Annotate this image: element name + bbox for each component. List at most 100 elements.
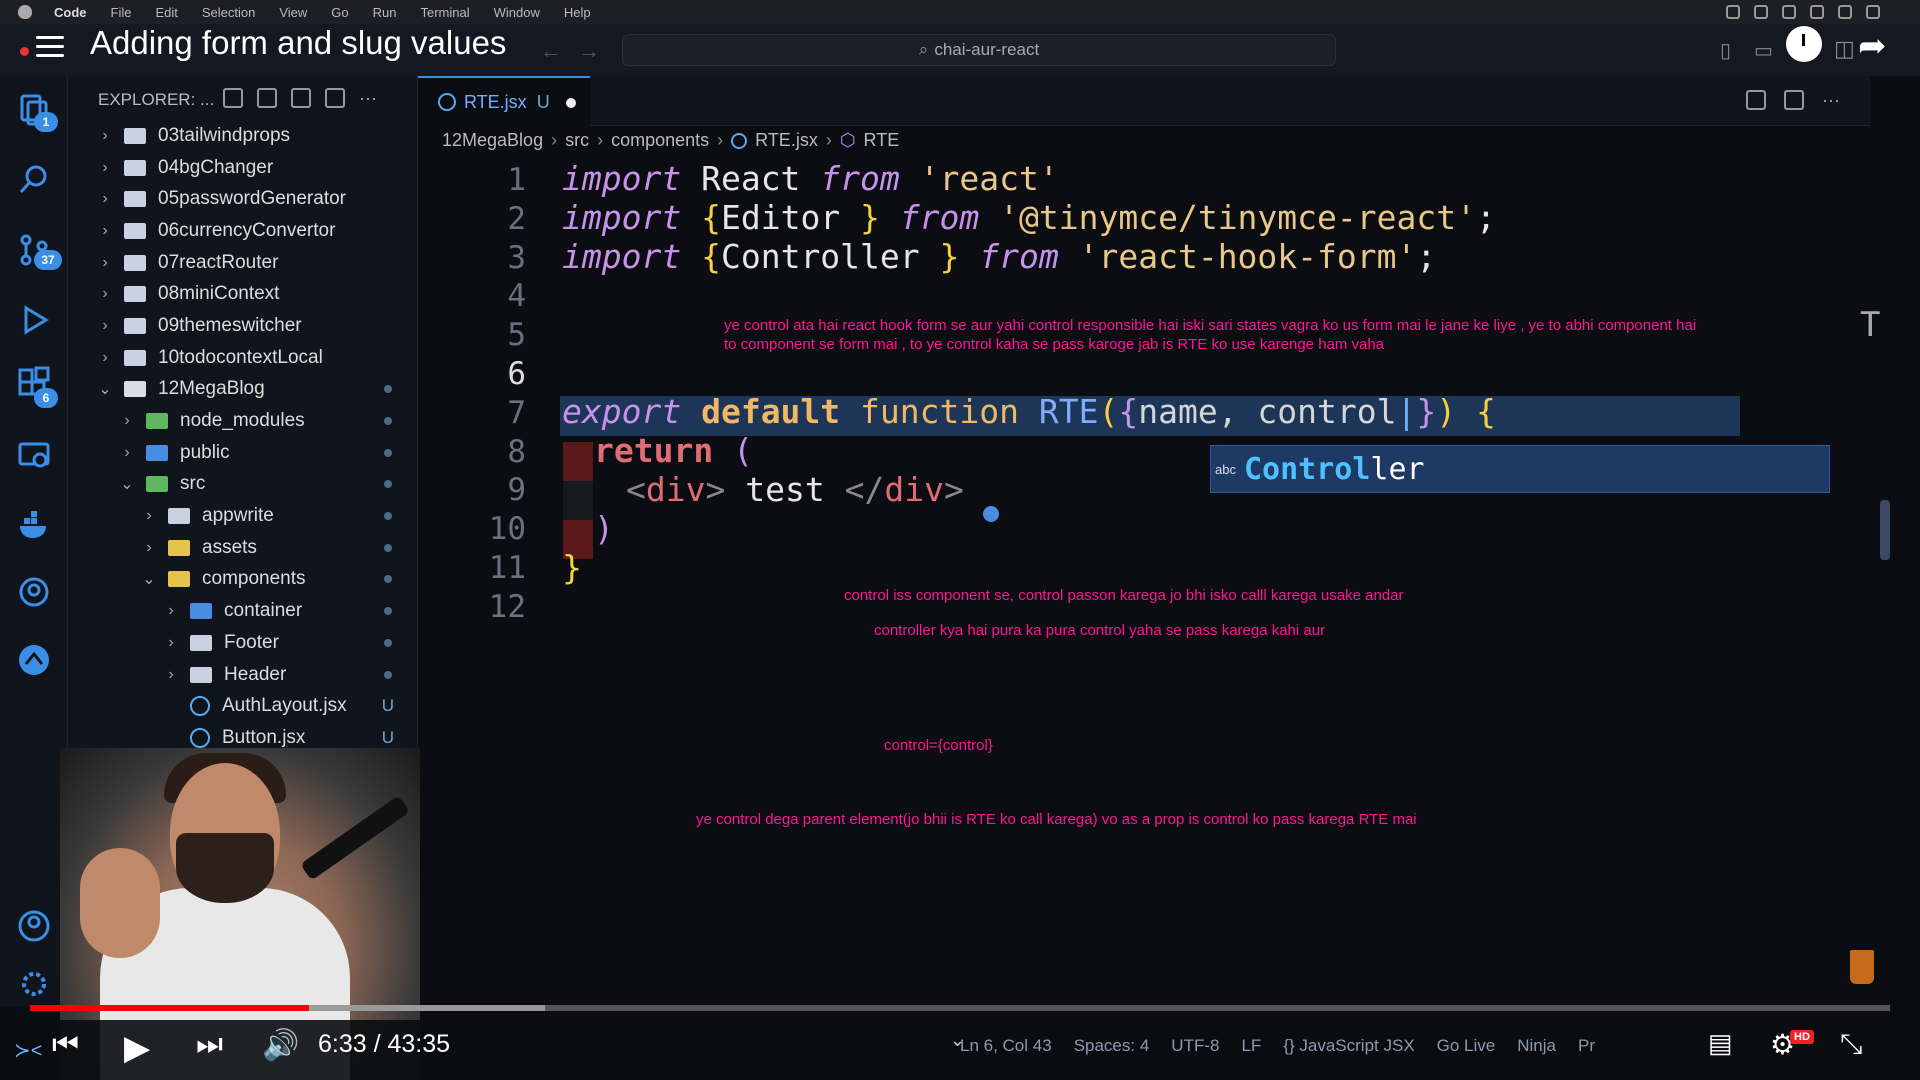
tree-item[interactable]: › 10todocontextLocal [68, 342, 418, 374]
scrollbar-thumb[interactable] [1880, 500, 1890, 560]
folder-icon [146, 476, 168, 493]
wifi-icon[interactable] [1810, 5, 1824, 19]
tree-item[interactable]: › 06currencyConvertor [68, 215, 418, 247]
play-icon[interactable]: ▶ [124, 1028, 150, 1068]
tree-item[interactable]: › 05passwordGenerator [68, 183, 418, 215]
tree-item[interactable]: › Header [68, 659, 418, 691]
menu-app[interactable]: Code [54, 5, 87, 20]
tree-item[interactable]: › 09themeswitcher [68, 310, 418, 342]
run-debug-icon[interactable] [16, 302, 52, 338]
folder-icon [124, 349, 146, 366]
code-line-3: import {Controller } from 'react-hook-fo… [562, 237, 1437, 276]
compare-icon[interactable] [1746, 90, 1767, 110]
live-share-icon[interactable] [16, 642, 52, 678]
tray-icon[interactable] [1726, 5, 1740, 19]
breadcrumb-item[interactable]: components [611, 130, 709, 151]
tray-icon[interactable] [1754, 5, 1768, 19]
search-icon[interactable] [16, 162, 52, 198]
layout-icon[interactable]: ▯ [1720, 38, 1731, 63]
status-item[interactable]: Go Live [1437, 1036, 1496, 1056]
share-icon[interactable]: ➦ [1858, 26, 1887, 66]
status-item[interactable]: UTF-8 [1171, 1036, 1219, 1056]
tree-item-label: Header [224, 663, 287, 685]
command-center-search[interactable]: ⌕ chai-aur-react [622, 34, 1336, 66]
menu-selection[interactable]: Selection [202, 5, 255, 20]
status-item[interactable]: LF [1241, 1036, 1261, 1056]
chevron-right-icon: › [168, 602, 174, 620]
breadcrumb-item[interactable]: RTE.jsx [755, 130, 818, 151]
tree-item[interactable]: ⌄ 12MegaBlog [68, 374, 418, 406]
account-icon[interactable] [16, 908, 52, 944]
tree-item[interactable]: › 07reactRouter [68, 247, 418, 279]
status-item[interactable]: Ninja [1517, 1036, 1556, 1056]
menu-window[interactable]: Window [494, 5, 540, 20]
breadcrumb-item[interactable]: 12MegaBlog [442, 130, 543, 151]
more-icon[interactable]: ··· [359, 88, 377, 109]
panel-icon[interactable]: ▭ [1754, 38, 1773, 63]
status-item[interactable]: Ln 6, Col 43 [960, 1036, 1052, 1056]
tree-item[interactable]: › Footer [68, 627, 418, 659]
autocomplete-suggestion[interactable]: abc Controller [1210, 445, 1830, 493]
tree-item[interactable]: › container [68, 595, 418, 627]
tree-item[interactable]: AuthLayout.jsx U [68, 690, 418, 722]
volume-icon[interactable]: 🔊 [262, 1028, 299, 1063]
menu-run[interactable]: Run [373, 5, 397, 20]
layout-icon[interactable]: ◫ [1834, 36, 1855, 62]
remote-explorer-icon[interactable] [16, 438, 52, 474]
more-icon[interactable]: ··· [1822, 90, 1840, 111]
tree-item[interactable]: ⌄ components [68, 564, 418, 596]
exit-fullscreen-icon[interactable]: ⤡ [1840, 1028, 1862, 1061]
menu-go[interactable]: Go [331, 5, 348, 20]
apple-icon[interactable] [18, 5, 32, 19]
tray-icon[interactable] [1782, 5, 1796, 19]
new-file-icon[interactable] [223, 88, 243, 108]
explorer-badge: 1 [34, 112, 58, 132]
code-editor[interactable]: 1 2 3 4 5 6 7 8 9 10 11 12 import React from 'react… [418, 156, 1870, 1006]
status-item[interactable]: {} JavaScript JSX [1283, 1036, 1414, 1056]
folder-icon [124, 159, 146, 176]
collapse-icon[interactable] [325, 88, 345, 108]
breadcrumb-item[interactable]: RTE [864, 130, 900, 151]
menu-terminal[interactable]: Terminal [421, 5, 470, 20]
video-progress[interactable] [30, 1005, 1890, 1011]
unsaved-dot-icon[interactable] [566, 98, 576, 108]
tree-item[interactable]: › node_modules [68, 405, 418, 437]
tab-rte-jsx[interactable]: RTE.jsx U [418, 76, 590, 126]
tree-item[interactable]: › appwrite [68, 500, 418, 532]
bracket-guide [563, 481, 593, 520]
hamburger-icon[interactable] [36, 36, 64, 58]
github-icon[interactable] [16, 574, 52, 610]
status-item[interactable]: Spaces: 4 [1074, 1036, 1150, 1056]
modified-dot-icon [384, 385, 392, 394]
lightbulb-icon[interactable] [983, 506, 999, 522]
extensions-badge: 6 [34, 388, 58, 408]
subtitles-icon[interactable]: ▤ [1708, 1028, 1733, 1059]
previous-icon[interactable]: ⏮ [52, 1028, 79, 1062]
menu-edit[interactable]: Edit [155, 5, 177, 20]
tree-item[interactable]: › public [68, 437, 418, 469]
tree-item[interactable]: › 08miniContext [68, 278, 418, 310]
tray-icon[interactable] [1838, 5, 1852, 19]
watch-later-icon[interactable] [1786, 26, 1822, 62]
menu-view[interactable]: View [279, 5, 307, 20]
menu-file[interactable]: File [111, 5, 132, 20]
refresh-icon[interactable] [291, 88, 311, 108]
tray-icon[interactable] [1866, 5, 1880, 19]
split-editor-icon[interactable] [1784, 90, 1805, 110]
tree-item[interactable]: › assets [68, 532, 418, 564]
tree-item[interactable]: › 03tailwindprops [68, 120, 418, 152]
new-folder-icon[interactable] [257, 88, 277, 108]
modified-dot-icon [384, 417, 392, 426]
tree-item[interactable]: › 04bgChanger [68, 152, 418, 184]
remote-icon[interactable]: ≻< [14, 1038, 42, 1063]
settings-gear-icon[interactable] [16, 966, 52, 1002]
menu-help[interactable]: Help [564, 5, 591, 20]
breadcrumb-item[interactable]: src [565, 130, 589, 151]
chevron-right-icon: › [102, 253, 108, 271]
tab-label: RTE.jsx [464, 91, 527, 112]
nav-arrows[interactable]: ←→ [540, 38, 616, 64]
tree-item[interactable]: ⌄ src [68, 469, 418, 501]
next-icon[interactable]: ⏭ [196, 1028, 223, 1062]
docker-icon[interactable] [16, 508, 52, 544]
status-item[interactable]: Pr [1578, 1036, 1595, 1056]
